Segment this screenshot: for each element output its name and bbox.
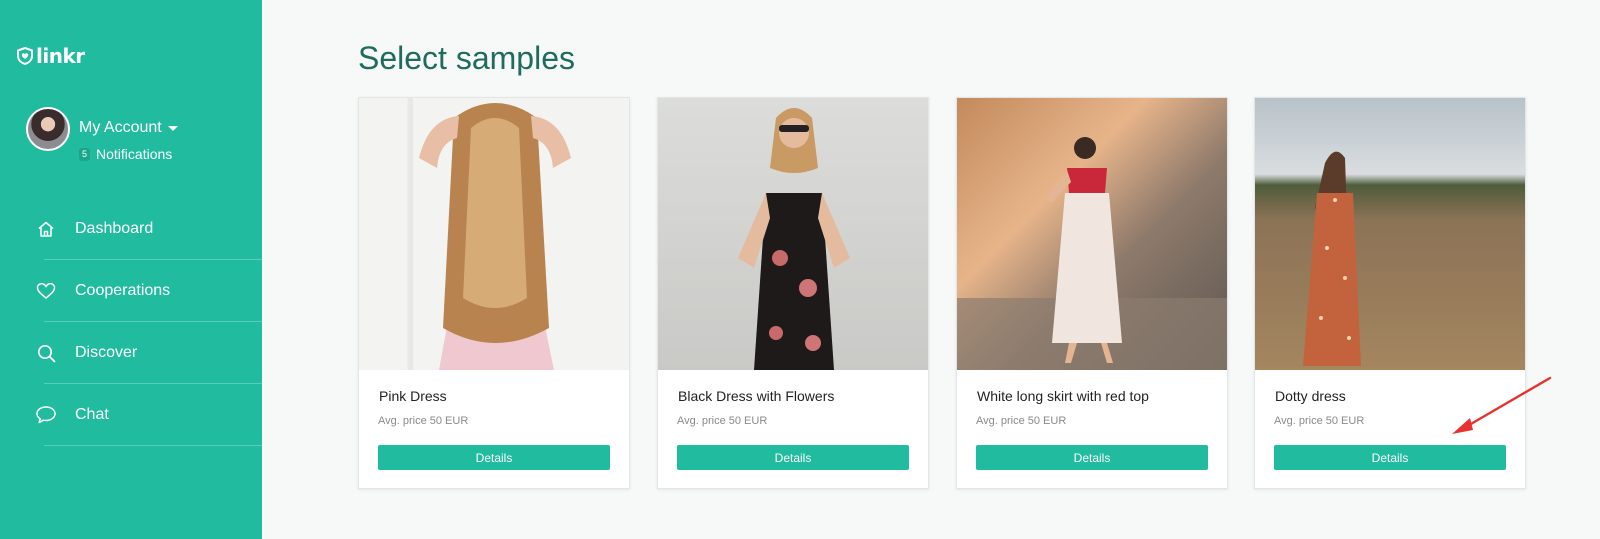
nav-item-chat[interactable]: Chat — [0, 384, 262, 446]
heart-icon — [35, 280, 57, 302]
sample-title: Black Dress with Flowers — [678, 388, 835, 404]
caret-down-icon — [167, 125, 178, 131]
sample-price: Avg. price 50 EUR — [1274, 415, 1365, 427]
details-button[interactable]: Details — [976, 445, 1208, 470]
details-button[interactable]: Details — [677, 445, 909, 470]
sample-image — [658, 98, 928, 370]
notifications-link[interactable]: 5 Notifications — [79, 146, 178, 162]
nav-item-discover[interactable]: Discover — [0, 322, 262, 384]
sample-card: Black Dress with Flowers Avg. price 50 E… — [657, 97, 929, 489]
logo-shield-icon — [17, 47, 33, 65]
sample-price: Avg. price 50 EUR — [378, 415, 469, 427]
sample-card: White long skirt with red top Avg. price… — [956, 97, 1228, 489]
sidebar: linkr My Account 5 Notifications Dashboa… — [0, 0, 262, 539]
details-button[interactable]: Details — [1274, 445, 1506, 470]
sample-card: Pink Dress Avg. price 50 EUR Details — [358, 97, 630, 489]
details-button[interactable]: Details — [378, 445, 610, 470]
brand-name: linkr — [36, 44, 85, 68]
sample-image — [359, 98, 629, 370]
nav-label-cooperations: Cooperations — [75, 282, 171, 299]
sample-image — [957, 98, 1227, 370]
main-nav: Dashboard Cooperations Discover Chat — [0, 198, 262, 446]
account-menu[interactable]: My Account 5 Notifications — [26, 107, 178, 162]
search-icon — [35, 342, 57, 364]
nav-label-discover: Discover — [75, 344, 138, 361]
sample-image — [1255, 98, 1525, 370]
sample-title: Pink Dress — [379, 388, 447, 404]
page-title: Select samples — [358, 40, 575, 76]
nav-item-cooperations[interactable]: Cooperations — [0, 260, 262, 322]
nav-item-dashboard[interactable]: Dashboard — [0, 198, 262, 260]
avatar[interactable] — [26, 107, 70, 151]
account-dropdown[interactable]: My Account — [79, 119, 178, 137]
sample-title: White long skirt with red top — [977, 388, 1149, 404]
home-icon — [35, 218, 57, 240]
annotation-arrow-icon — [1452, 376, 1552, 434]
sample-price: Avg. price 50 EUR — [677, 415, 768, 427]
chat-bubble-icon — [35, 404, 57, 426]
notification-count-badge: 5 — [79, 147, 91, 161]
sample-price: Avg. price 50 EUR — [976, 415, 1067, 427]
nav-label-chat: Chat — [75, 406, 109, 423]
nav-label-dashboard: Dashboard — [75, 220, 154, 237]
brand-logo[interactable]: linkr — [17, 44, 85, 68]
notifications-label: Notifications — [96, 146, 173, 162]
account-name: My Account — [79, 119, 162, 136]
sample-title: Dotty dress — [1275, 388, 1346, 404]
